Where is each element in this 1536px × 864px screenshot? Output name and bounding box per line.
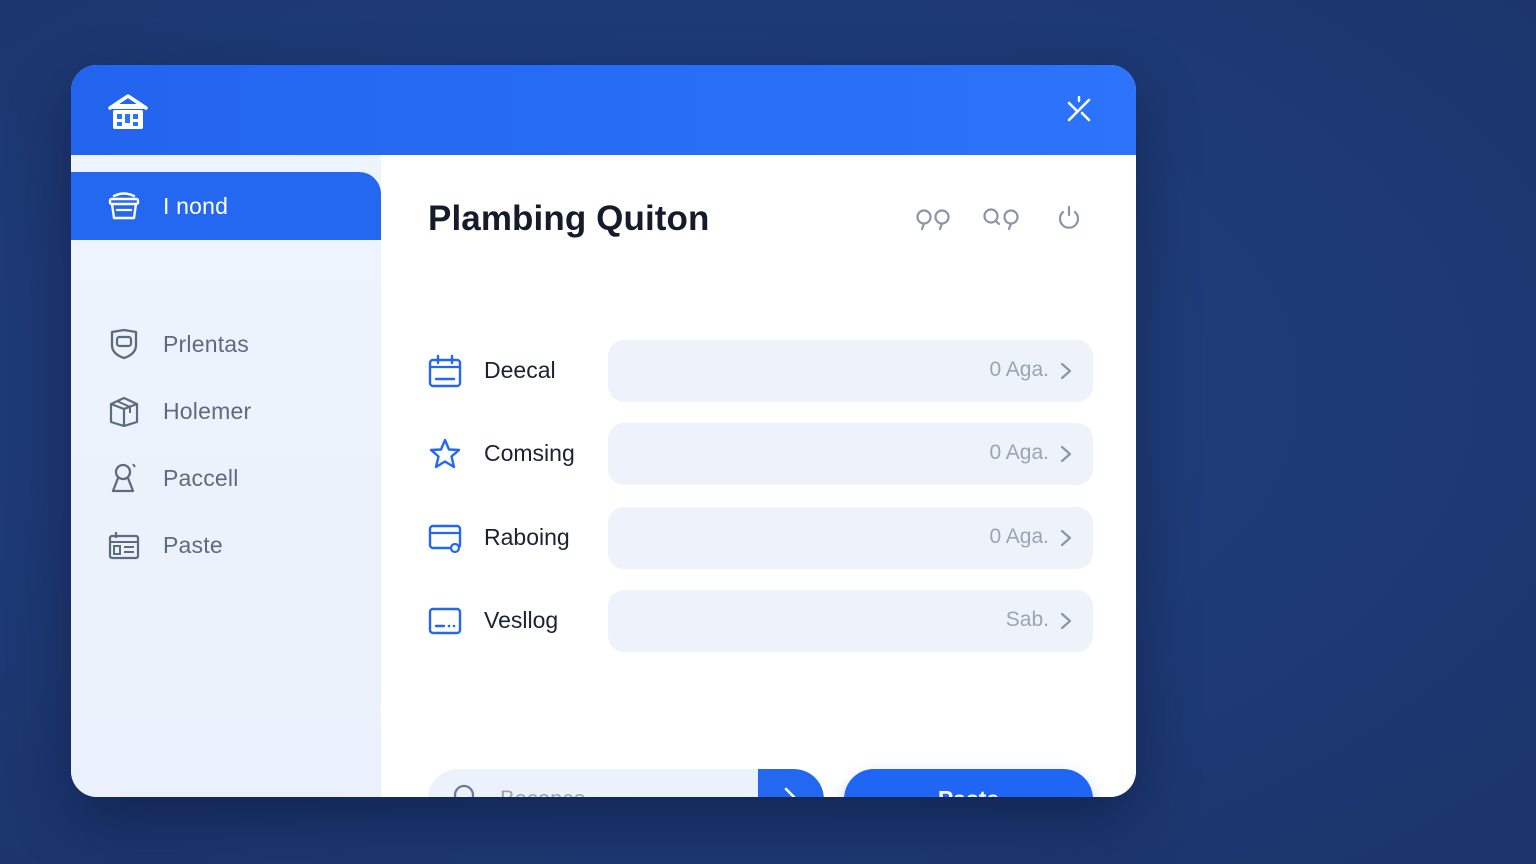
sidebar-item-label: Holemer — [163, 397, 252, 424]
sidebar-item-holemer[interactable]: Holemer — [71, 377, 381, 445]
monitor-icon — [428, 604, 462, 638]
page-title: Plambing Quiton — [428, 199, 710, 238]
row-value: 0 Aga. — [989, 358, 1049, 381]
header-actions — [914, 203, 1088, 233]
refresh-icon[interactable] — [1050, 203, 1088, 233]
search-bar — [428, 769, 824, 797]
row-value: 0 Aga. — [989, 525, 1049, 548]
row-value-field[interactable]: 0 Aga. — [608, 507, 1093, 569]
chevron-right-icon — [1060, 612, 1072, 630]
row-value-field[interactable]: 0 Aga. — [608, 340, 1093, 402]
chevron-right-icon — [1060, 529, 1072, 547]
sidebar-item-inond[interactable]: I nond — [71, 172, 381, 240]
person-icon — [107, 461, 141, 495]
search-submit-button[interactable] — [758, 769, 824, 797]
chevron-right-icon — [1060, 362, 1072, 380]
sidebar-item-paccell[interactable]: Paccell — [71, 444, 381, 512]
package-icon — [107, 394, 141, 428]
id-card-icon — [107, 528, 141, 562]
list-item: Comsing 0 Aga. — [428, 423, 1093, 485]
card-icon — [428, 521, 462, 555]
list-item: Raboing 0 Aga. — [428, 507, 1093, 569]
list-item: Deecal 0 Aga. — [428, 340, 1093, 402]
chevron-right-icon — [784, 787, 796, 797]
sidebar-item-label: Prlentas — [163, 330, 249, 357]
house-icon — [107, 93, 149, 131]
list-item: Vesllog Sab. — [428, 590, 1093, 652]
glasses-icon[interactable] — [914, 203, 952, 233]
sidebar-item-label: Paccell — [163, 464, 239, 491]
sidebar-item-label: I nond — [163, 192, 229, 219]
sidebar-item-label: Paste — [163, 531, 223, 558]
row-value: 0 Aga. — [989, 441, 1049, 464]
title-bar — [71, 65, 1136, 155]
sidebar-item-paste[interactable]: Paste — [71, 511, 381, 579]
close-button[interactable] — [1064, 95, 1094, 125]
search-input[interactable] — [500, 769, 755, 797]
shield-icon — [107, 327, 141, 361]
search-glasses-icon[interactable] — [982, 203, 1020, 233]
close-icon — [1067, 96, 1091, 122]
paste-button[interactable]: Paste — [844, 769, 1093, 797]
sidebar-item-prlentas[interactable]: Prlentas — [71, 310, 381, 378]
row-name: Comsing — [484, 440, 575, 466]
calendar-icon — [428, 354, 462, 388]
row-value-field[interactable]: Sab. — [608, 590, 1093, 652]
app-window: I nond Prlentas Holemer Paccell Paste Pl… — [71, 65, 1136, 797]
row-name: Raboing — [484, 524, 570, 550]
sidebar: I nond Prlentas Holemer Paccell Paste — [71, 155, 381, 797]
search-icon — [453, 784, 475, 797]
row-value: Sab. — [1005, 608, 1049, 631]
chevron-right-icon — [1060, 445, 1072, 463]
basket-icon — [107, 189, 141, 223]
star-icon — [428, 437, 462, 471]
row-name: Vesllog — [484, 607, 559, 633]
row-value-field[interactable]: 0 Aga. — [608, 423, 1093, 485]
row-name: Deecal — [484, 357, 556, 383]
main-panel: Plambing Quiton Deecal 0 Aga. Comsing 0 … — [381, 155, 1136, 797]
